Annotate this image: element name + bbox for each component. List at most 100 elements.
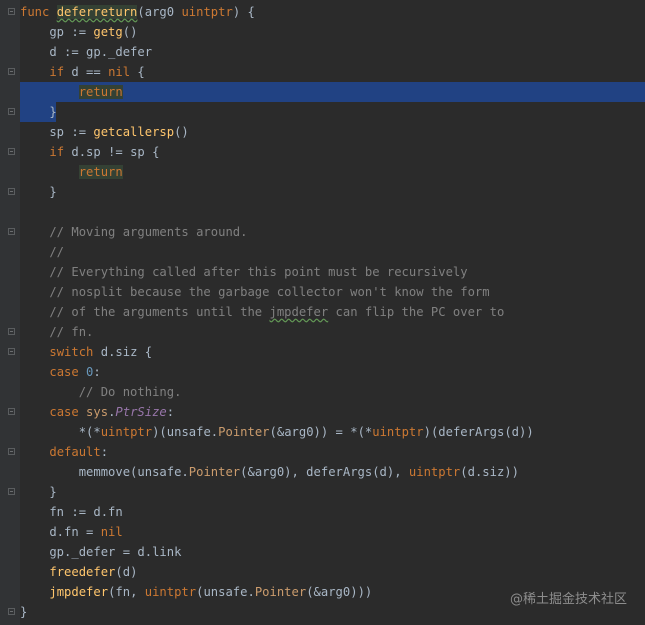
code-token: () [122, 25, 138, 39]
code-token: } [20, 605, 28, 619]
code-text: jmpdefer(fn, uintptr(unsafe.Pointer(&arg… [20, 582, 372, 602]
code-line[interactable]: case sys.PtrSize: [0, 402, 645, 422]
code-token: return [78, 165, 123, 179]
fold-marker-icon[interactable] [8, 108, 15, 115]
code-token: )(deferArgs(d)) [423, 425, 534, 439]
fold-marker-icon[interactable] [8, 448, 15, 455]
code-text: gp._defer = d.link [20, 542, 181, 562]
code-line[interactable]: // Moving arguments around. [0, 222, 645, 242]
code-text: switch d.siz { [20, 342, 152, 362]
code-token: freedefer [49, 565, 116, 579]
code-token: (&arg0)) = *(* [269, 425, 373, 439]
code-token: case [49, 365, 87, 379]
fold-marker-icon[interactable] [8, 8, 15, 15]
code-token: // Everything called after this point mu… [20, 265, 468, 279]
code-line[interactable]: } [0, 102, 645, 122]
code-line[interactable]: d.fn = nil [0, 522, 645, 542]
code-line[interactable]: if d == nil { [0, 62, 645, 82]
code-line[interactable]: fn := d.fn [0, 502, 645, 522]
code-token: d.sp != sp { [71, 145, 160, 159]
fold-marker-icon[interactable] [8, 348, 15, 355]
fold-marker-icon[interactable] [8, 228, 15, 235]
code-editor[interactable]: func deferreturn(arg0 uintptr) { gp := g… [0, 0, 645, 625]
code-token: } [20, 485, 57, 499]
fold-marker-icon[interactable] [8, 188, 15, 195]
code-line[interactable]: *(*uintptr)(unsafe.Pointer(&arg0)) = *(*… [0, 422, 645, 442]
code-line[interactable]: gp := getg() [0, 22, 645, 42]
code-text: default: [20, 442, 108, 462]
code-token: case [49, 405, 87, 419]
code-line[interactable]: } [0, 482, 645, 502]
code-token: (&arg0))) [306, 585, 373, 599]
code-token: deferreturn [56, 5, 138, 19]
code-token: Pointer [188, 465, 241, 479]
code-line[interactable]: // Do nothing. [0, 382, 645, 402]
code-token: if [49, 145, 72, 159]
code-line[interactable]: // fn. [0, 322, 645, 342]
code-text: d.fn = nil [20, 522, 122, 542]
code-token: switch [49, 345, 101, 359]
code-token: (&arg0), deferArgs(d), [240, 465, 409, 479]
code-token: can flip the PC over to [328, 305, 505, 319]
fold-marker-icon[interactable] [8, 488, 15, 495]
code-token: (arg0 [137, 5, 182, 19]
fold-marker-icon[interactable] [8, 68, 15, 75]
fold-marker-icon[interactable] [8, 328, 15, 335]
code-text: // Do nothing. [20, 382, 182, 402]
code-line[interactable] [0, 202, 645, 222]
code-line[interactable]: switch d.siz { [0, 342, 645, 362]
code-token: default [49, 445, 101, 459]
code-token: func [20, 5, 57, 19]
code-line[interactable]: return [0, 82, 645, 102]
code-text: // [20, 242, 64, 262]
code-line[interactable]: // nosplit because the garbage collector… [0, 282, 645, 302]
code-text: // nosplit because the garbage collector… [20, 282, 490, 302]
code-line[interactable]: memmove(unsafe.Pointer(&arg0), deferArgs… [0, 462, 645, 482]
code-line[interactable]: sp := getcallersp() [0, 122, 645, 142]
code-token: uintptr [372, 425, 424, 439]
code-text: return [20, 82, 123, 102]
code-token: ) { [232, 5, 255, 19]
code-token: getcallersp [93, 125, 175, 139]
code-token: nil [108, 65, 131, 79]
code-text: gp := getg() [20, 22, 137, 42]
code-line[interactable]: // [0, 242, 645, 262]
code-line[interactable]: case 0: [0, 362, 645, 382]
code-line[interactable]: func deferreturn(arg0 uintptr) { [0, 2, 645, 22]
code-token: memmove(unsafe. [20, 465, 189, 479]
code-text: } [20, 182, 56, 202]
code-token: } [20, 105, 57, 119]
code-token: (fn, [108, 585, 145, 599]
code-text: freedefer(d) [20, 562, 137, 582]
code-token: uintptr [181, 5, 233, 19]
code-line[interactable]: d := gp._defer [0, 42, 645, 62]
code-token: // nosplit because the garbage collector… [20, 285, 490, 299]
fold-marker-icon[interactable] [8, 148, 15, 155]
code-token: gp._defer = d.link [20, 545, 182, 559]
code-line[interactable]: // Everything called after this point mu… [0, 262, 645, 282]
fold-marker-icon[interactable] [8, 608, 15, 615]
code-token: // fn. [20, 325, 94, 339]
code-line[interactable]: // of the arguments until the jmpdefer c… [0, 302, 645, 322]
code-line[interactable]: default: [0, 442, 645, 462]
code-line[interactable]: } [0, 182, 645, 202]
code-text: return [20, 162, 123, 182]
code-token: )(unsafe. [152, 425, 219, 439]
code-token: return [78, 85, 123, 99]
code-line[interactable]: return [0, 162, 645, 182]
code-token: if [49, 65, 72, 79]
code-line[interactable]: freedefer(d) [0, 562, 645, 582]
code-token: // Moving arguments around. [20, 225, 248, 239]
code-token: d == [71, 65, 109, 79]
code-token: : [93, 365, 101, 379]
code-token: (d) [115, 565, 138, 579]
code-line[interactable]: gp._defer = d.link [0, 542, 645, 562]
code-line[interactable]: if d.sp != sp { [0, 142, 645, 162]
fold-marker-icon[interactable] [8, 408, 15, 415]
watermark: @稀土掘金技术社区 [509, 592, 627, 607]
